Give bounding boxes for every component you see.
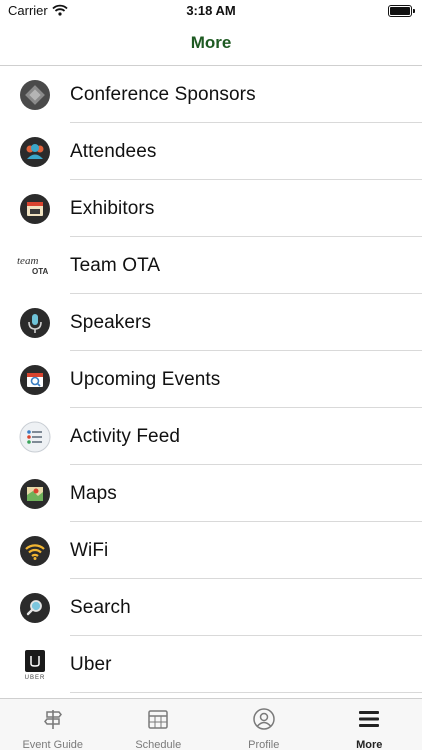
team-ota-logo-icon: team OTA — [0, 237, 70, 294]
menu-item-exhibitors[interactable]: Exhibitors — [0, 180, 422, 237]
activity-feed-icon — [0, 408, 70, 465]
tab-profile[interactable]: Profile — [211, 699, 317, 750]
sponsors-icon — [0, 66, 70, 123]
menu-item-attendees[interactable]: Attendees — [0, 123, 422, 180]
menu-item-label: Upcoming Events — [70, 368, 221, 390]
calendar-search-icon — [0, 351, 70, 408]
signpost-icon — [41, 707, 65, 736]
battery-icon — [388, 5, 415, 17]
tab-more[interactable]: More — [317, 699, 422, 750]
navigation-bar: More — [0, 24, 422, 66]
menu-item-label: Team OTA — [70, 254, 161, 276]
menu-item-label: WiFi — [70, 539, 109, 561]
ota-logo-text: OTA — [32, 267, 49, 276]
menu-item-label: Attendees — [70, 140, 157, 162]
separator — [70, 692, 422, 693]
menu-item-label: Speakers — [70, 311, 152, 333]
tab-label: Event Guide — [22, 739, 84, 750]
menu-item-search[interactable]: Search — [0, 579, 422, 636]
menu-item-label: Maps — [70, 482, 117, 504]
uber-logo-text: UBER — [25, 675, 46, 681]
menu-item-conference-sponsors[interactable]: Conference Sponsors — [0, 66, 422, 123]
page-title: More — [190, 33, 232, 52]
tab-schedule[interactable]: Schedule — [106, 699, 212, 750]
map-icon — [0, 465, 70, 522]
menu-item-upcoming-events[interactable]: Upcoming Events — [0, 351, 422, 408]
menu-item-label: Activity Feed — [70, 425, 181, 447]
team-logo-text: team — [17, 255, 38, 267]
menu-item-maps[interactable]: Maps — [0, 465, 422, 522]
tab-label: More — [356, 739, 383, 750]
more-menu-list: Conference Sponsors Attendees Exhibitors… — [0, 66, 422, 698]
menu-item-label: Search — [70, 596, 131, 618]
microphone-icon — [0, 294, 70, 351]
menu-item-speakers[interactable]: Speakers — [0, 294, 422, 351]
attendees-icon — [0, 123, 70, 180]
menu-item-label: Uber — [70, 653, 112, 675]
menu-item-label: Conference Sponsors — [70, 83, 256, 105]
menu-item-team-ota[interactable]: team OTA Team OTA — [0, 237, 422, 294]
search-icon — [0, 579, 70, 636]
hamburger-menu-icon — [357, 707, 381, 736]
profile-icon — [252, 707, 276, 736]
wifi-icon — [0, 522, 70, 579]
menu-item-label: Exhibitors — [70, 197, 155, 219]
uber-icon: UBER — [0, 636, 70, 693]
tab-label: Schedule — [135, 739, 182, 750]
status-time: 3:18 AM — [186, 3, 236, 18]
tab-label: Profile — [248, 739, 280, 750]
menu-item-uber[interactable]: UBER Uber — [0, 636, 422, 693]
calendar-icon — [146, 707, 170, 736]
tab-event-guide[interactable]: Event Guide — [0, 699, 106, 750]
status-bar: Carrier 3:18 AM — [0, 0, 422, 24]
tab-bar: Event Guide Schedule Profile More — [0, 698, 422, 750]
menu-item-activity-feed[interactable]: Activity Feed — [0, 408, 422, 465]
exhibitors-icon — [0, 180, 70, 237]
menu-item-wifi[interactable]: WiFi — [0, 522, 422, 579]
